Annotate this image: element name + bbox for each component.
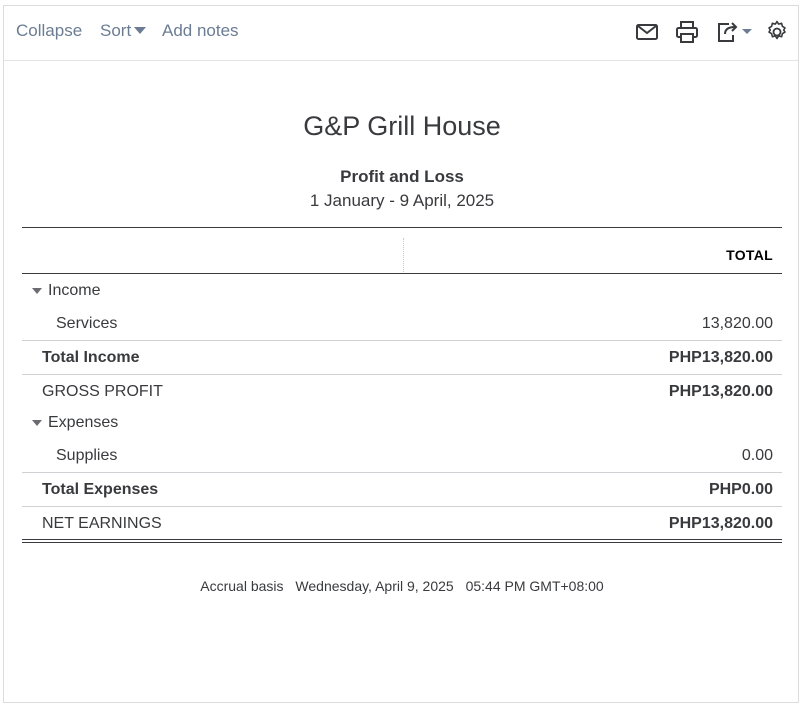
services-label: Services [56,315,118,332]
collapse-link[interactable]: Collapse [16,21,82,41]
report-footer: Accrual basis Wednesday, April 9, 2025 0… [22,578,782,594]
sort-dropdown[interactable]: Sort [100,21,147,41]
report-title[interactable]: Profit and Loss [22,167,782,187]
report-panel: Collapse Sort Add notes G&P Grill House … [3,5,799,703]
company-name[interactable]: G&P Grill House [22,110,782,142]
table-row-supplies: Supplies 0.00 [22,439,782,472]
add-notes-link[interactable]: Add notes [162,21,239,41]
net-earnings-amount[interactable]: PHP13,820.00 [669,507,773,540]
table-row-total-expenses: Total Expenses PHP0.00 [22,472,782,506]
net-earnings-label: NET EARNINGS [42,515,162,532]
table-row-net-earnings: NET EARNINGS PHP13,820.00 [22,506,782,540]
chevron-down-icon [134,27,147,35]
table-top-rule [22,227,782,228]
report-date-range[interactable]: 1 January - 9 April, 2025 [22,191,782,211]
print-icon[interactable] [675,20,699,44]
export-icon[interactable] [715,20,755,44]
footer-time: 05:44 PM GMT+08:00 [465,578,604,594]
total-income-label: Total Income [42,349,140,366]
table-row-gross-profit: GROSS PROFIT PHP13,820.00 [22,374,782,408]
row-label: Expenses [22,406,118,439]
total-income-amount[interactable]: PHP13,820.00 [669,341,773,374]
caret-down-icon[interactable] [32,419,42,426]
total-expenses-amount[interactable]: PHP0.00 [709,473,773,506]
expenses-label: Expenses [48,414,119,431]
table-row-expenses[interactable]: Expenses [22,406,782,439]
gross-profit-label: GROSS PROFIT [42,383,163,400]
total-expenses-label: Total Expenses [42,481,159,498]
report-toolbar: Collapse Sort Add notes [4,6,798,61]
supplies-label: Supplies [56,447,118,464]
settings-icon[interactable] [765,20,789,44]
table-row-income[interactable]: Income [22,274,782,307]
gross-profit-amount[interactable]: PHP13,820.00 [669,375,773,408]
supplies-amount[interactable]: 0.00 [742,439,773,472]
table-row-services: Services 13,820.00 [22,307,782,340]
income-label: Income [48,282,101,299]
column-header-total[interactable]: TOTAL [726,247,773,263]
email-icon[interactable] [635,20,659,44]
footer-date: Wednesday, April 9, 2025 [295,578,454,594]
footer-basis: Accrual basis [200,578,284,594]
column-resize-handle[interactable] [403,238,404,272]
sort-label: Sort [100,21,132,40]
row-label: Income [22,274,100,307]
services-amount[interactable]: 13,820.00 [702,307,773,340]
table-row-total-income: Total Income PHP13,820.00 [22,340,782,374]
double-underline [22,539,782,543]
caret-down-icon[interactable] [32,287,42,294]
